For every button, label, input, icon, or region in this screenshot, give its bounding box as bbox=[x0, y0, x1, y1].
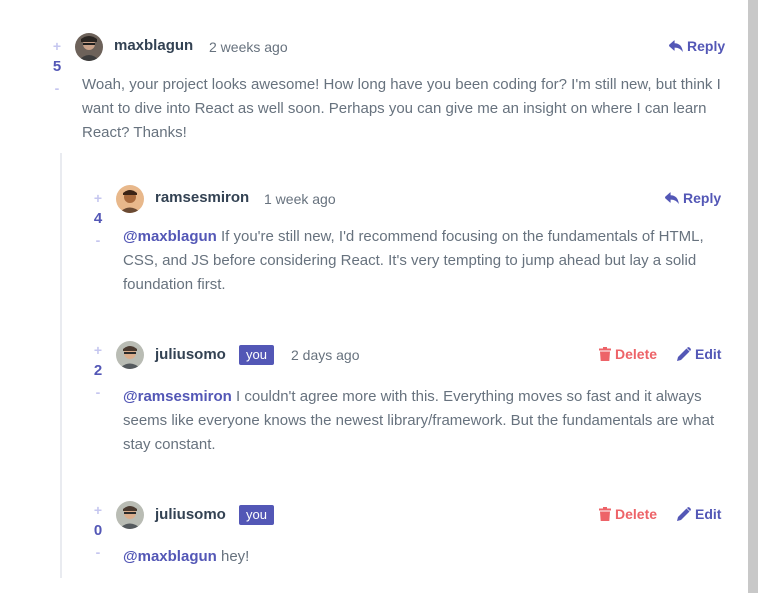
you-badge: you bbox=[239, 505, 274, 525]
edit-label: Edit bbox=[695, 346, 722, 362]
avatar-juliusomo-icon bbox=[116, 341, 144, 369]
score-value: 4 bbox=[93, 210, 103, 227]
edit-button[interactable]: Edit bbox=[677, 506, 721, 522]
downvote-button[interactable]: - bbox=[86, 383, 110, 401]
score-value: 2 bbox=[93, 362, 103, 379]
avatar bbox=[116, 185, 144, 213]
timestamp: 2 weeks ago bbox=[209, 39, 288, 55]
reply-thread-line bbox=[60, 153, 62, 578]
username[interactable]: ramsesmiron bbox=[155, 189, 249, 206]
downvote-button[interactable]: - bbox=[86, 231, 110, 249]
delete-label: Delete bbox=[615, 346, 658, 362]
vote-control: + 0 - bbox=[86, 501, 110, 561]
pencil-icon bbox=[677, 507, 691, 521]
username[interactable]: maxblagun bbox=[114, 37, 193, 54]
edit-button[interactable]: Edit bbox=[677, 346, 721, 362]
upvote-button[interactable]: + bbox=[86, 501, 110, 519]
comment-body: Woah, your project looks awesome! How lo… bbox=[82, 73, 722, 145]
trash-icon bbox=[599, 507, 611, 521]
delete-button[interactable]: Delete bbox=[599, 346, 657, 362]
username[interactable]: juliusomo bbox=[155, 506, 226, 523]
mention-link[interactable]: @ramsesmiron bbox=[123, 388, 232, 405]
avatar-maxblagun-icon bbox=[75, 33, 103, 61]
avatar-ramsesmiron-icon bbox=[116, 185, 144, 213]
comment-body: @ramsesmiron I couldn't agree more with … bbox=[123, 385, 723, 457]
avatar bbox=[75, 33, 103, 61]
trash-icon bbox=[599, 347, 611, 361]
vote-control: + 2 - bbox=[86, 341, 110, 401]
vote-control: + 5 - bbox=[45, 37, 69, 97]
you-badge: you bbox=[239, 345, 274, 365]
comment-text: hey! bbox=[220, 548, 250, 565]
reply-arrow-icon bbox=[669, 39, 683, 52]
comment-body: @maxblagun hey! bbox=[123, 545, 723, 569]
avatar bbox=[116, 341, 144, 369]
edit-label: Edit bbox=[695, 506, 722, 522]
score-value: 0 bbox=[93, 522, 103, 539]
mention-link[interactable]: @maxblagun bbox=[123, 228, 217, 245]
pencil-icon bbox=[677, 347, 691, 361]
comment-body: @maxblagun If you're still new, I'd reco… bbox=[123, 225, 713, 297]
upvote-button[interactable]: + bbox=[86, 189, 110, 207]
avatar bbox=[116, 501, 144, 529]
score-value: 5 bbox=[52, 58, 62, 75]
delete-button[interactable]: Delete bbox=[599, 506, 657, 522]
upvote-button[interactable]: + bbox=[45, 37, 69, 55]
comments-page: + 5 - maxblagun 2 weeks ago Reply Woah, … bbox=[0, 0, 758, 593]
downvote-button[interactable]: - bbox=[86, 543, 110, 561]
downvote-button[interactable]: - bbox=[45, 79, 69, 97]
delete-label: Delete bbox=[615, 506, 658, 522]
upvote-button[interactable]: + bbox=[86, 341, 110, 359]
timestamp: 1 week ago bbox=[264, 191, 336, 207]
reply-button[interactable]: Reply bbox=[669, 38, 725, 54]
reply-label: Reply bbox=[683, 190, 722, 206]
reply-arrow-icon bbox=[665, 191, 679, 204]
scrollbar[interactable] bbox=[748, 0, 758, 593]
vote-control: + 4 - bbox=[86, 189, 110, 249]
avatar-juliusomo-icon bbox=[116, 501, 144, 529]
reply-button[interactable]: Reply bbox=[665, 190, 721, 206]
reply-label: Reply bbox=[687, 38, 726, 54]
comment-text: Woah, your project looks awesome! How lo… bbox=[82, 76, 721, 141]
mention-link[interactable]: @maxblagun bbox=[123, 548, 217, 565]
username[interactable]: juliusomo bbox=[155, 346, 226, 363]
timestamp: 2 days ago bbox=[291, 347, 360, 363]
